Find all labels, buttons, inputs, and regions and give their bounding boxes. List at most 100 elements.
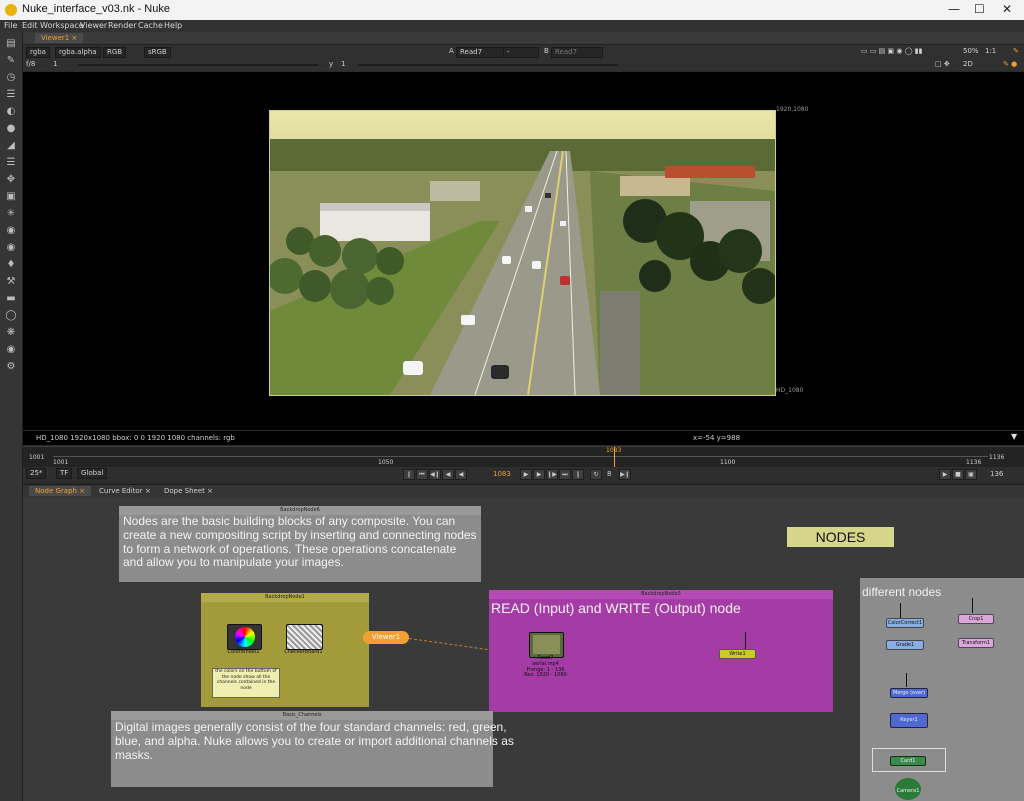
colorwheel-node[interactable] (227, 624, 262, 650)
image-tool-icon[interactable]: ▤ (5, 38, 17, 50)
flipbook-icon[interactable]: ▶ (939, 469, 951, 480)
furnace-tool-icon[interactable]: ◯ (5, 310, 17, 322)
gain-slider[interactable] (78, 64, 318, 66)
backdrop-read-write[interactable]: BackdropNode3 READ (Input) and WRITE (Ou… (489, 590, 833, 712)
views-tool-icon[interactable]: ◉ (5, 242, 17, 254)
crop-node[interactable]: Crop1 (958, 614, 994, 624)
checkerboard-node[interactable] (286, 624, 323, 650)
tab-curve-editor[interactable]: Curve Editor × (93, 486, 157, 496)
tab-close-icon[interactable]: × (145, 487, 151, 495)
roi-icon[interactable]: □ ✥ (935, 60, 950, 68)
gamma-field[interactable]: 1 (341, 60, 345, 68)
viewer-node[interactable]: Viewer1 (363, 631, 409, 644)
sticky-note[interactable]: the colors on the bottom of the node sho… (212, 668, 280, 698)
channel-tool-icon[interactable]: ☰ (5, 89, 17, 101)
tab-node-graph[interactable]: Node Graph × (29, 486, 92, 496)
deep-tool-icon[interactable]: ◉ (5, 225, 17, 237)
lock-icon[interactable]: ✎ ● (1003, 60, 1017, 68)
minimize-icon[interactable]: — (948, 2, 960, 16)
prev-key-icon[interactable]: ◀❙ (429, 469, 441, 480)
color-tool-icon[interactable]: ◐ (5, 106, 17, 118)
frame-field[interactable]: 1083 (493, 470, 511, 478)
transform-tool-icon[interactable]: ✥ (5, 174, 17, 186)
filter-tool-icon[interactable]: ● (5, 123, 17, 135)
gamma-slider[interactable] (358, 64, 618, 66)
next-frame-icon[interactable]: ▶ (533, 469, 545, 480)
input-b-dropdown[interactable]: Read7 (551, 47, 603, 58)
time-tool-icon[interactable]: ◷ (5, 72, 17, 84)
timeline-end-field[interactable]: 1136 (989, 454, 1004, 461)
cache-icon[interactable]: ▣ (965, 469, 977, 480)
grade-node[interactable]: Grade1 (886, 640, 924, 650)
3d-tool-icon[interactable]: ▣ (5, 191, 17, 203)
fstop-label[interactable]: f/8 (26, 60, 35, 68)
tab-close-icon[interactable]: × (79, 487, 85, 495)
merge-node[interactable]: Merge (over) (890, 688, 928, 698)
ratio-dropdown[interactable]: 1:1 (985, 47, 996, 55)
end-frame-field[interactable]: 136 (990, 470, 1003, 478)
tf-dropdown[interactable]: TF (56, 468, 73, 479)
play-backward-icon[interactable]: ◀ (455, 469, 467, 480)
fps-dropdown[interactable]: 25* (26, 468, 47, 479)
keyer-node[interactable]: Keyer1 (890, 713, 928, 728)
input-a-dropdown[interactable]: Read7 (456, 47, 508, 58)
camera-node[interactable]: Camera1 (895, 778, 921, 800)
timeline[interactable]: 1001 1001 1050 1100 1136 1083 1136 (23, 446, 1024, 467)
tab-dope-sheet[interactable]: Dope Sheet × (158, 486, 219, 496)
merge-tool-icon[interactable]: ☰ (5, 157, 17, 169)
airtools-tool-icon[interactable]: ❋ (5, 327, 17, 339)
backdrop-basic-channels[interactable]: Basic_Channels Digital images generally … (111, 711, 514, 787)
render-icon[interactable]: ■ (952, 469, 964, 480)
card-node[interactable]: Card1 (890, 756, 926, 766)
menu-help[interactable]: Help (164, 21, 182, 30)
step-back-icon[interactable]: ❙ (403, 469, 415, 480)
gain-field[interactable]: 1 (53, 60, 57, 68)
loop-icon[interactable]: ↻ (590, 469, 602, 480)
close-icon[interactable]: ✕ (1002, 2, 1012, 16)
keyer-tool-icon[interactable]: ◢ (5, 140, 17, 152)
tab-close-icon[interactable]: × (207, 487, 213, 495)
tab-close-icon[interactable]: × (71, 34, 77, 42)
viewer-icons[interactable]: ▭ ▭ ▤ ▣ ◉ ◯ ▮▮ (861, 47, 922, 55)
alpha-dropdown[interactable]: rgba.alpha (55, 47, 101, 58)
timeline-track[interactable] (53, 456, 988, 457)
last-frame-icon[interactable]: ⏭ (559, 469, 571, 480)
particles-tool-icon[interactable]: ✳ (5, 208, 17, 220)
paint-icon[interactable]: ✎ (1013, 47, 1019, 55)
maximize-icon[interactable]: ☐ (974, 2, 985, 16)
display-dropdown[interactable]: RGB (103, 47, 127, 58)
next-key-icon[interactable]: ❙▶ (546, 469, 558, 480)
step-next-icon[interactable]: ▶❙ (619, 469, 631, 480)
backdrop-intro[interactable]: BackdropNode6 Nodes are the basic buildi… (119, 506, 481, 582)
backdrop-different-nodes[interactable]: different nodes ColorCorrect1 Grade1 Cro… (860, 578, 1024, 801)
menu-file[interactable]: File (4, 21, 17, 30)
toolsets-tool-icon[interactable]: ⚒ (5, 276, 17, 288)
composite-op-dropdown[interactable]: - (503, 47, 539, 58)
menu-edit[interactable]: Edit (22, 21, 38, 30)
tab-viewer1[interactable]: Viewer1 × (35, 33, 84, 43)
step-field[interactable]: 8 (607, 470, 611, 478)
node-graph-canvas[interactable]: BackdropNode6 Nodes are the basic buildi… (23, 498, 1024, 801)
prev-frame-icon[interactable]: ◀ (442, 469, 454, 480)
timeline-start-field[interactable]: 1001 (29, 454, 44, 461)
first-frame-icon[interactable]: ⏮ (416, 469, 428, 480)
other-tool-icon[interactable]: ▬ (5, 293, 17, 305)
transform-node[interactable]: Transform1 (958, 638, 994, 648)
menu-workspace[interactable]: Workspace (40, 21, 84, 30)
menu-viewer[interactable]: Viewer (80, 21, 107, 30)
menu-render[interactable]: Render (108, 21, 136, 30)
settings-tool-icon[interactable]: ⚙ (5, 361, 17, 373)
nodes-label[interactable]: NODES (787, 527, 894, 547)
write-node[interactable]: Write1 (719, 649, 756, 659)
zoom-dropdown[interactable]: 50% (963, 47, 979, 55)
menu-cache[interactable]: Cache (138, 21, 163, 30)
plugins-tool-icon[interactable]: ◉ (5, 344, 17, 356)
view-mode-dropdown[interactable]: 2D (963, 60, 973, 68)
draw-tool-icon[interactable]: ✎ (5, 55, 17, 67)
backdrop-color-nodes[interactable]: BackdropNode1 ColorWheel1 CheckerBoard1 … (201, 593, 369, 707)
colorcorrect-node[interactable]: ColorCorrect1 (886, 618, 924, 628)
play-forward-icon[interactable]: ▶ (520, 469, 532, 480)
channels-dropdown[interactable]: rgba (26, 47, 50, 58)
viewer-menu-icon[interactable]: ▼ (1011, 432, 1017, 441)
step-forward-icon[interactable]: ❙ (572, 469, 584, 480)
